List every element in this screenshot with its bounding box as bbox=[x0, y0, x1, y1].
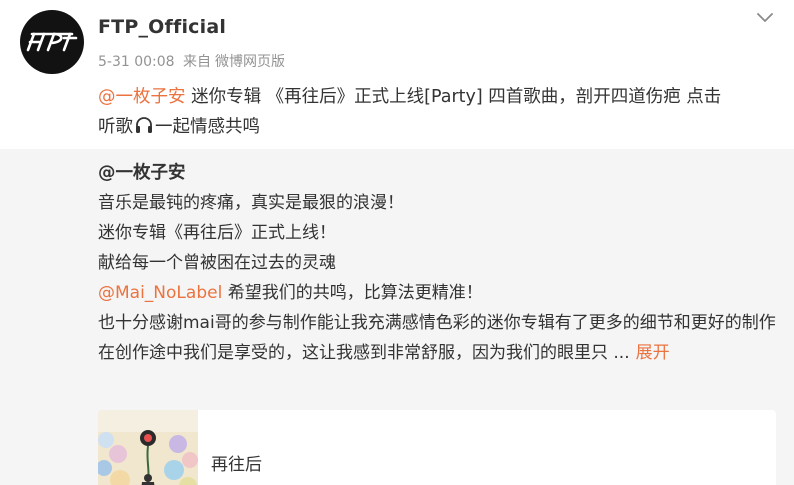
source-prefix: 来自 bbox=[183, 54, 212, 70]
headphone-icon bbox=[136, 117, 152, 133]
username[interactable]: FTP_Official bbox=[98, 16, 226, 38]
repost-line: 也十分感谢mai哥的参与制作能让我充满感情色彩的迷你专辑有了更多的细节和更好的制… bbox=[98, 313, 776, 333]
post-text-line-2: 听歌 一起情感共鸣 bbox=[98, 112, 788, 142]
repost-block: @一枚子安 音乐是最钝的疼痛，真实是最狠的浪漫！ 迷你专辑《再往后》正式上线！ … bbox=[0, 149, 794, 485]
repost-text: 音乐是最钝的疼痛，真实是最狠的浪漫！ 迷你专辑《再往后》正式上线！ 献给每一个曾… bbox=[98, 188, 778, 368]
post-text-segment: 迷你专辑 《再往后》正式上线[Party] 四首歌曲，剖开四道伤疤 点击 bbox=[185, 87, 722, 107]
album-cover bbox=[98, 410, 198, 485]
repost-author[interactable]: @一枚子安 bbox=[98, 159, 186, 184]
post-text: @一枚子安 迷你专辑 《再往后》正式上线[Party] 四首歌曲，剖开四道伤疤 … bbox=[98, 82, 788, 142]
post-text-segment: 一起情感共鸣 bbox=[155, 117, 260, 137]
mention-link[interactable]: @Mai_NoLabel bbox=[98, 283, 222, 303]
repost-line: 献给每一个曾被困在过去的灵魂 bbox=[98, 253, 336, 273]
source: 微博网页版 bbox=[215, 54, 286, 70]
post-header: FTP_Official 5-31 00:08 来自 微博网页版 bbox=[0, 0, 794, 80]
chevron-down-icon[interactable] bbox=[754, 6, 776, 28]
repost-line-segment: 希望我们的共鸣，比算法更精准！ bbox=[222, 283, 483, 303]
post-text-line-1: @一枚子安 迷你专辑 《再往后》正式上线[Party] 四首歌曲，剖开四道伤疤 … bbox=[98, 82, 788, 112]
post-meta: 5-31 00:08 来自 微博网页版 bbox=[98, 51, 289, 71]
repost-line-segment: 在创作途中我们是享受的，这让我感到非常舒服，因为我们的眼里只 ... bbox=[98, 343, 630, 363]
mention-link[interactable]: @一枚子安 bbox=[98, 87, 186, 107]
ftp-logo-icon bbox=[26, 32, 78, 52]
repost-last-line: 在创作途中我们是享受的，这让我感到非常舒服，因为我们的眼里只 ... 展开 bbox=[98, 338, 778, 368]
music-card-title: 再往后 bbox=[211, 455, 262, 475]
avatar[interactable] bbox=[20, 10, 84, 74]
repost-line: 迷你专辑《再往后》正式上线！ bbox=[98, 223, 336, 243]
repost-mention-line: @Mai_NoLabel 希望我们的共鸣，比算法更精准！ bbox=[98, 278, 778, 308]
expand-link[interactable]: 展开 bbox=[636, 343, 670, 363]
post-text-segment: 听歌 bbox=[98, 117, 133, 137]
repost-line: 音乐是最钝的疼痛，真实是最狠的浪漫！ bbox=[98, 193, 404, 213]
music-card[interactable]: 再往后 bbox=[98, 410, 776, 485]
timestamp[interactable]: 5-31 00:08 bbox=[98, 54, 175, 70]
